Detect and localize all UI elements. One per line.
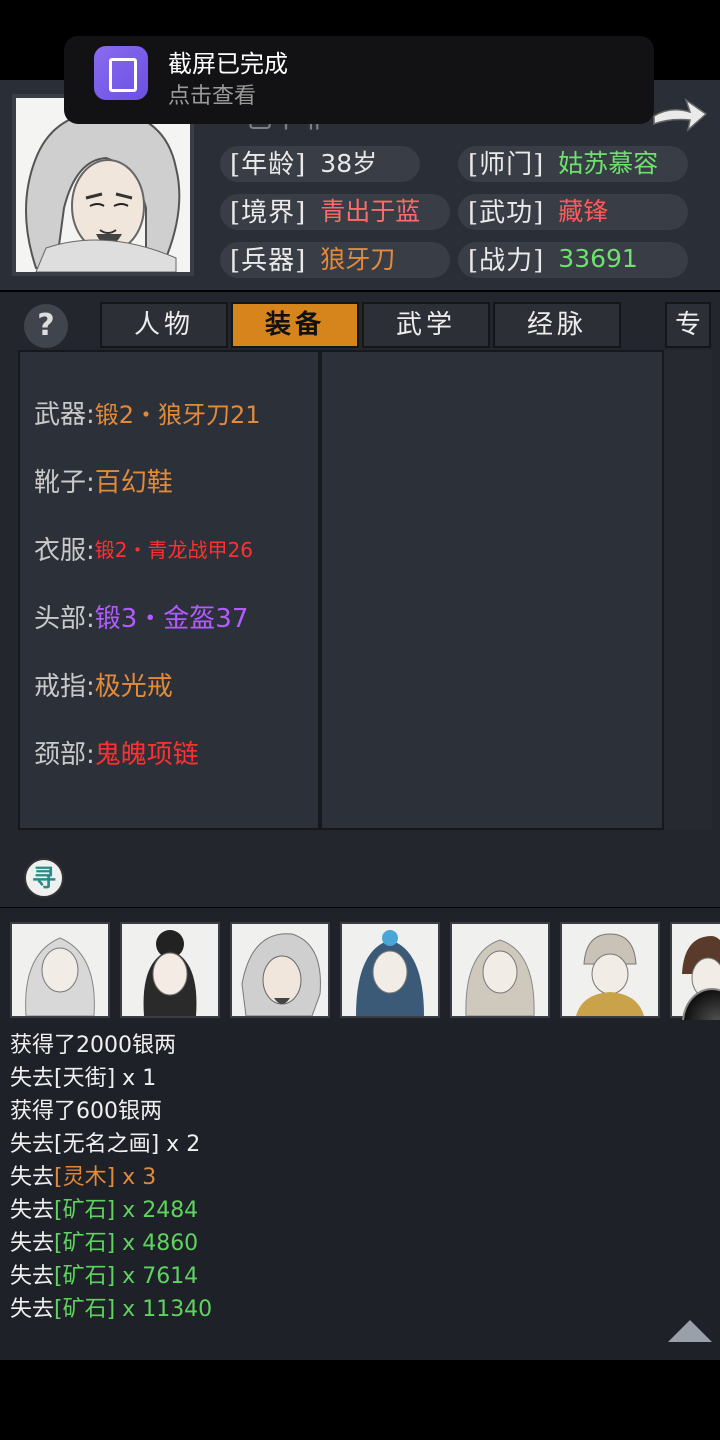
stat-label: [兵器] xyxy=(230,245,307,276)
equipment-item-name: 鬼魄项链 xyxy=(94,739,199,770)
next-arrow-button[interactable] xyxy=(650,94,710,134)
equipment-detail-panel xyxy=(320,350,664,830)
equipment-row-neck[interactable]: 颈部: 鬼魄项链 xyxy=(34,732,199,772)
equipment-slot-label: 头部: xyxy=(34,603,95,634)
stat-weapon: [兵器] 狼牙刀 xyxy=(220,238,450,278)
equipment-row-clothes[interactable]: 衣服: 锻2・青龙战甲26 xyxy=(34,528,253,568)
log-line: 失去[矿石] x 2484 xyxy=(10,1198,199,1223)
navigation-bar-area xyxy=(0,1360,720,1440)
log-line: 失去[矿石] x 7614 xyxy=(10,1264,199,1289)
stat-label: [战力] xyxy=(468,245,545,276)
log-line: 失去[矿石] x 4860 xyxy=(10,1231,199,1256)
equipment-item-name: 锻2・狼牙刀21 xyxy=(94,400,261,429)
screenshot-notification[interactable]: 截屏已完成 点击查看 xyxy=(64,36,654,124)
stat-value: 青出于蓝 xyxy=(320,197,421,226)
help-button[interactable]: ? xyxy=(24,304,68,348)
seek-icon[interactable]: 寻 xyxy=(24,858,64,898)
stat-value: 33691 xyxy=(558,243,638,273)
equipment-row-head[interactable]: 头部: 锻3・金盔37 xyxy=(34,596,248,636)
stat-martial-art: [武功] 藏锋 xyxy=(458,190,688,230)
tab-meridians[interactable]: 经脉 xyxy=(493,302,621,348)
stat-age: [年龄] 38岁 xyxy=(220,142,420,182)
equipment-item-name: 锻2・青龙战甲26 xyxy=(94,537,253,562)
stat-realm: [境界] 青出于蓝 xyxy=(220,190,450,230)
scroll-up-icon[interactable] xyxy=(668,1320,712,1342)
stat-value: 藏锋 xyxy=(558,197,609,226)
party-avatar[interactable] xyxy=(230,922,330,1018)
log-line: 获得了600银两 xyxy=(10,1099,162,1124)
log-line: 获得了2000银两 xyxy=(10,1033,176,1058)
log-line: 失去[矿石] x 11340 xyxy=(10,1297,213,1322)
equipment-slot-label: 戒指: xyxy=(34,671,95,702)
screenshot-app-icon xyxy=(94,46,148,100)
stat-sect: [师门] 姑苏慕容 xyxy=(458,142,688,182)
stat-label: [年龄] xyxy=(230,149,307,180)
equipment-item-name: 锻3・金盔37 xyxy=(94,603,249,634)
tab-specialty[interactable]: 专 xyxy=(665,302,711,348)
log-line: 失去[无名之画] x 2 xyxy=(10,1132,201,1157)
party-avatar[interactable] xyxy=(340,922,440,1018)
notification-subtitle: 点击查看 xyxy=(168,84,257,109)
tab-martial-arts[interactable]: 武学 xyxy=(362,302,490,348)
stat-value: 38岁 xyxy=(320,149,378,178)
equipment-slot-label: 武器: xyxy=(34,399,95,430)
party-avatar[interactable] xyxy=(120,922,220,1018)
stat-value: 狼牙刀 xyxy=(320,245,396,274)
equipment-item-name: 百幻鞋 xyxy=(94,467,173,498)
stat-label: [境界] xyxy=(230,197,307,228)
log-line: 失去[灵木] x 3 xyxy=(10,1165,157,1190)
party-avatar[interactable] xyxy=(560,922,660,1018)
tab-equipment[interactable]: 装备 xyxy=(231,302,359,348)
equipment-row-ring[interactable]: 戒指: 极光戒 xyxy=(34,664,173,704)
log-line: 失去[天街] x 1 xyxy=(10,1066,157,1091)
side-strip xyxy=(664,350,712,830)
equipment-row-boots[interactable]: 靴子: 百幻鞋 xyxy=(34,460,173,500)
stat-combat-power: [战力] 33691 xyxy=(458,238,688,278)
equipment-item-name: 极光戒 xyxy=(94,671,173,702)
equipment-slot-label: 颈部: xyxy=(34,739,95,770)
tab-bar: 人物 装备 武学 经脉 xyxy=(100,302,624,350)
stat-label: [师门] xyxy=(468,149,545,180)
stat-value: 姑苏慕容 xyxy=(558,149,659,178)
notification-title: 截屏已完成 xyxy=(168,50,288,78)
party-avatar[interactable] xyxy=(10,922,110,1018)
tab-character[interactable]: 人物 xyxy=(100,302,228,348)
equipment-row-weapon[interactable]: 武器: 锻2・狼牙刀21 xyxy=(34,392,261,432)
equipment-slot-label: 衣服: xyxy=(34,535,95,566)
party-avatar[interactable] xyxy=(450,922,550,1018)
equipment-slot-label: 靴子: xyxy=(34,467,95,498)
stat-label: [武功] xyxy=(468,197,545,228)
